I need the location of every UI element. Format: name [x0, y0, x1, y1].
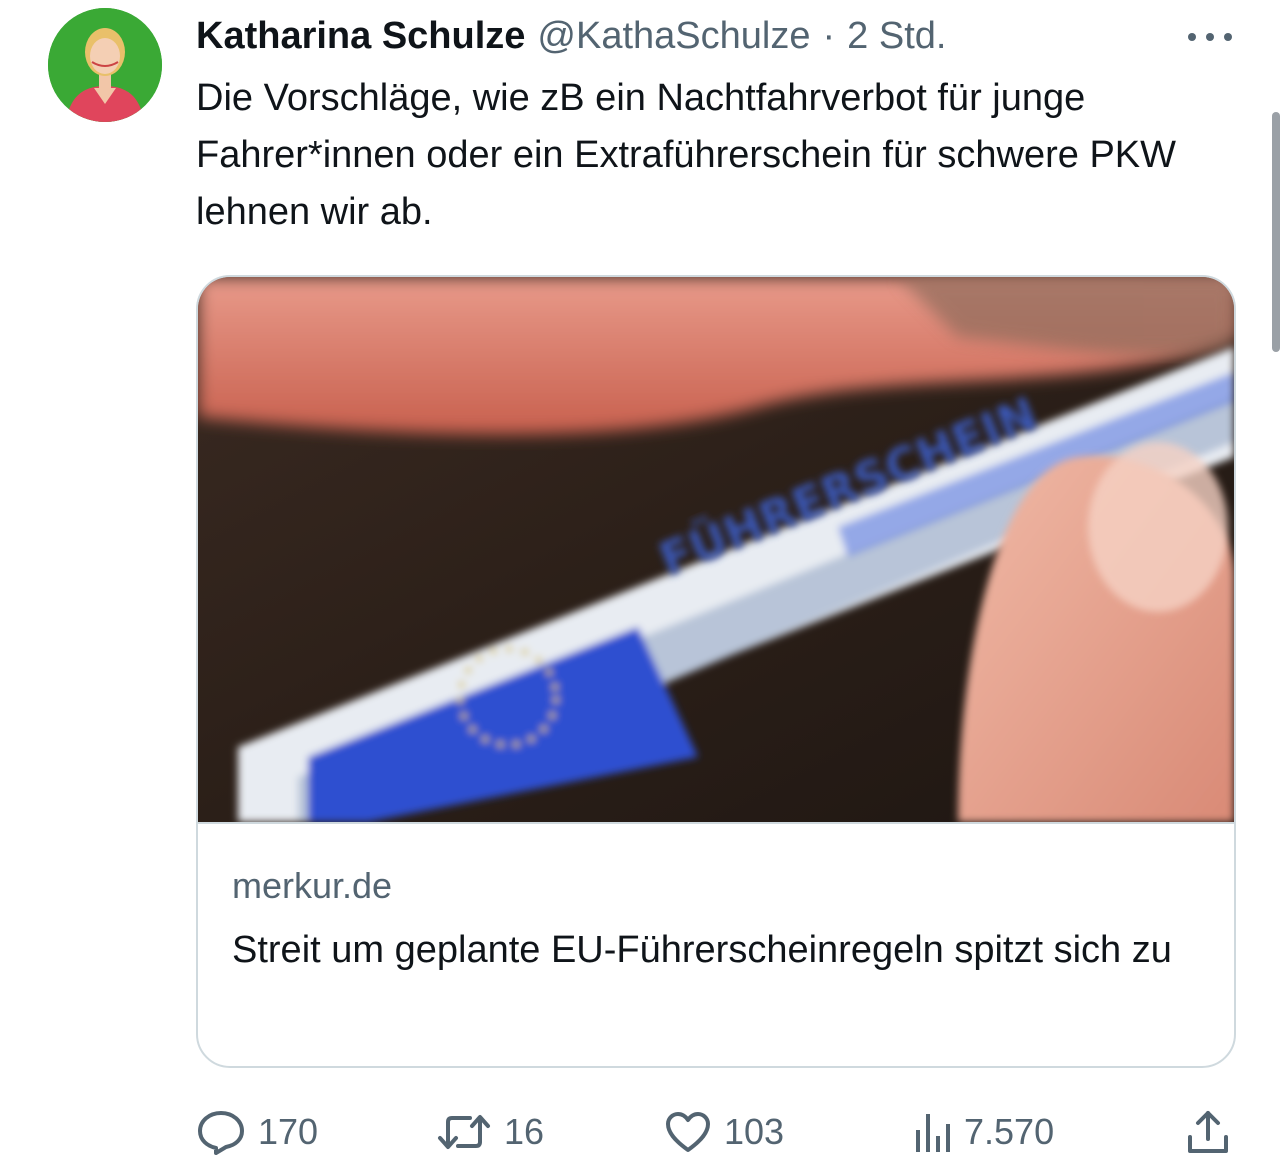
card-image: FÜHRERSCHEIN — [198, 277, 1234, 822]
link-card[interactable]: FÜHRERSCHEIN merkur.de Streit um geplant… — [196, 275, 1236, 1068]
author-name[interactable]: Katharina Schulze — [196, 15, 525, 58]
tweet-header: Katharina Schulze @KathaSchulze · 2 Std. — [196, 14, 946, 58]
share-button[interactable] — [1186, 1100, 1230, 1164]
author-avatar[interactable] — [48, 8, 162, 122]
scrollbar[interactable] — [1272, 112, 1280, 352]
card-title[interactable]: Streit um geplante EU-Führerscheinregeln… — [232, 922, 1212, 979]
tweet-text: Die Vorschläge, wie zB ein Nachtfahrverb… — [196, 77, 1177, 233]
retweet-icon — [438, 1115, 490, 1149]
card-domain[interactable]: merkur.de — [232, 865, 392, 907]
like-count: 103 — [724, 1111, 785, 1152]
reply-button[interactable]: 170 — [196, 1100, 318, 1164]
like-button[interactable]: 103 — [664, 1100, 784, 1164]
analytics-icon — [916, 1114, 950, 1152]
tweet-timestamp[interactable]: 2 Std. — [847, 15, 946, 58]
reply-count: 170 — [258, 1111, 319, 1152]
views-button[interactable]: 7.570 — [912, 1100, 1054, 1164]
reply-icon — [198, 1111, 244, 1155]
share-icon — [1188, 1111, 1228, 1153]
card-divider — [198, 822, 1234, 824]
views-count: 7.570 — [964, 1111, 1055, 1152]
retweet-button[interactable]: 16 — [436, 1100, 544, 1164]
heart-icon — [666, 1112, 710, 1152]
avatar-image — [48, 8, 162, 122]
retweet-count: 16 — [504, 1111, 545, 1152]
header-separator: · — [822, 14, 836, 57]
more-icon[interactable] — [1188, 22, 1232, 52]
author-handle[interactable]: @KathaSchulze — [537, 15, 810, 58]
tweet-actions: 170 16 103 7.570 — [0, 1100, 1284, 1164]
